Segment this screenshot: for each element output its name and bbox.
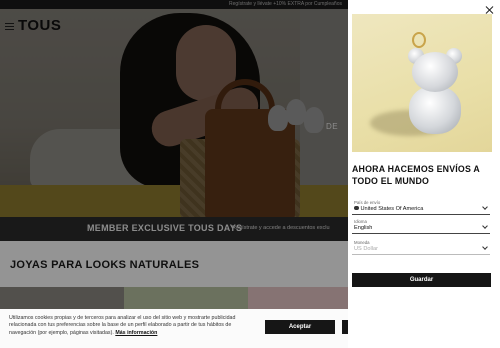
- field-label: Idioma: [354, 219, 367, 224]
- save-button[interactable]: Guardar: [352, 273, 491, 287]
- field-label: Moneda: [354, 240, 370, 245]
- chevron-down-icon: [482, 244, 488, 250]
- bear-pendant-image: [352, 14, 492, 152]
- shipping-country-select[interactable]: País de envío United States Of America: [352, 199, 490, 215]
- close-icon[interactable]: [485, 5, 494, 14]
- accept-cookies-button[interactable]: Aceptar: [265, 320, 335, 334]
- currency-select[interactable]: Moneda US Dollar: [352, 239, 490, 255]
- language-select[interactable]: Idioma English: [352, 218, 490, 234]
- field-value: English: [354, 224, 373, 231]
- cookie-text: Utilizamos cookies propias y de terceros…: [9, 315, 236, 336]
- field-value: US Dollar: [354, 245, 378, 252]
- bear-pendant: [404, 44, 466, 136]
- cookie-more-info-link[interactable]: Más información: [115, 330, 157, 336]
- chevron-down-icon: [482, 204, 488, 210]
- field-label: País de envío: [354, 200, 381, 205]
- chevron-down-icon: [482, 223, 488, 229]
- region-modal: AHORA HACEMOS ENVÍOS A TODO EL MUNDO Paí…: [348, 0, 500, 348]
- modal-title: AHORA HACEMOS ENVÍOS A TODO EL MUNDO: [352, 164, 480, 186]
- modal-overlay[interactable]: [0, 0, 348, 348]
- cookie-banner: Utilizamos cookies propias y de terceros…: [0, 309, 348, 348]
- field-value: United States Of America: [360, 205, 424, 212]
- flag-icon: [354, 205, 359, 211]
